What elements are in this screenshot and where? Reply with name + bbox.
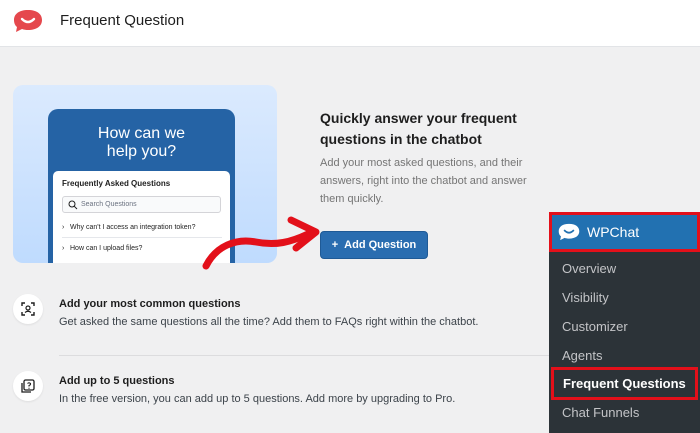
faq-card-title: Frequently Asked Questions [62, 179, 171, 188]
wp-menu-title: WPChat [587, 224, 640, 240]
scan-icon [13, 294, 43, 324]
question-box-icon [13, 371, 43, 401]
chevron-right-icon: › [62, 224, 65, 231]
faq-search-placeholder: Search Questions [81, 201, 137, 208]
top-bar: Frequent Question [0, 0, 700, 47]
wp-menu-item-chat-funnels[interactable]: Chat Funnels [562, 405, 639, 420]
feature-title: Add up to 5 questions [59, 375, 175, 387]
wp-menu-item-label: Frequent Questions [563, 376, 686, 391]
section-heading: Quickly answer your frequent questions i… [320, 110, 517, 147]
feature-description: In the free version, you can add up to 5… [59, 393, 456, 405]
plus-icon: + [331, 239, 339, 251]
wp-menu-item-agents[interactable]: Agents [562, 348, 602, 363]
feature-title: Add your most common questions [59, 298, 241, 310]
wpchat-logo-icon [14, 10, 42, 32]
search-icon [68, 200, 78, 210]
add-question-label: Add Question [344, 239, 417, 251]
chevron-right-icon: › [62, 245, 65, 252]
annotation-arrow-icon [202, 216, 320, 270]
wp-menu-item-customizer[interactable]: Customizer [562, 319, 628, 334]
section-description: Add your most asked questions, and their… [320, 157, 527, 205]
wp-menu-item-frequent-questions[interactable]: Frequent Questions [551, 367, 698, 400]
wp-admin-submenu: WPChat Overview Visibility Customizer Ag… [549, 212, 700, 433]
section-divider [59, 355, 549, 356]
chat-preview-title: How can we help you? [97, 125, 186, 160]
feature-description: Get asked the same questions all the tim… [59, 316, 479, 328]
add-question-button[interactable]: + Add Question [320, 231, 428, 259]
wpchat-menu-icon [558, 223, 580, 241]
wp-menu-header[interactable]: WPChat [549, 212, 700, 252]
page-title: Frequent Question [60, 12, 185, 29]
wp-menu-item-overview[interactable]: Overview [562, 261, 616, 276]
wp-menu-item-visibility[interactable]: Visibility [562, 290, 609, 305]
